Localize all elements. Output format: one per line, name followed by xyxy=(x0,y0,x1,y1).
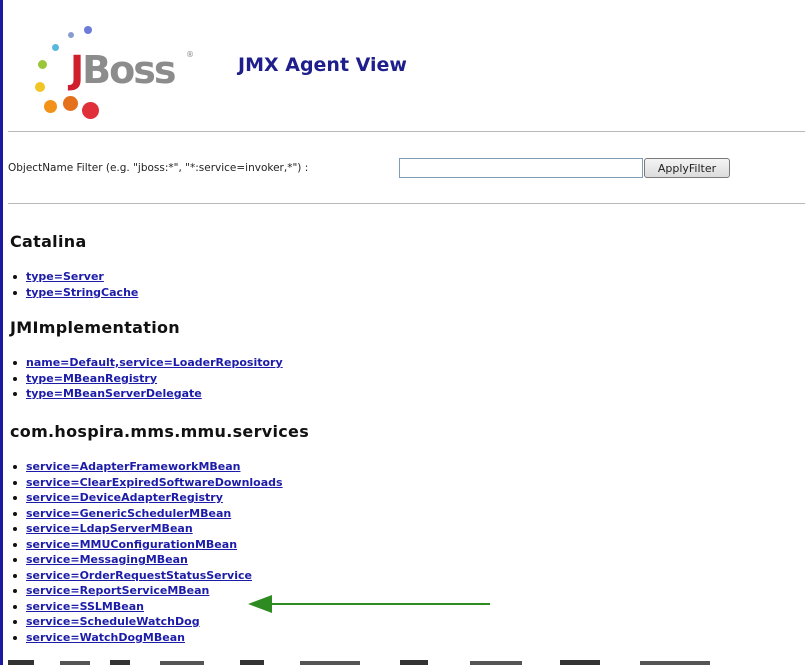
mbean-link[interactable]: service=ReportServiceMBean xyxy=(26,584,209,597)
mbean-link[interactable]: service=MMUConfigurationMBean xyxy=(26,538,237,551)
list-item: service=LdapServerMBean xyxy=(10,521,309,537)
mbean-link[interactable]: service=LdapServerMBean xyxy=(26,522,193,535)
list-item: service=DeviceAdapterRegistry xyxy=(10,490,309,506)
mbean-link[interactable]: service=SSLMBean xyxy=(26,600,144,613)
filter-form: ObjectName Filter (e.g. "jboss:*", "*:se… xyxy=(8,156,798,182)
objectname-filter-input[interactable] xyxy=(399,158,643,178)
list-item: name=Default,service=LoaderRepository xyxy=(10,355,283,371)
mbean-link[interactable]: service=DeviceAdapterRegistry xyxy=(26,491,223,504)
list-item: service=AdapterFrameworkMBean xyxy=(10,459,309,475)
mbean-list: type=Server type=StringCache xyxy=(10,269,138,300)
divider xyxy=(8,131,805,132)
apply-filter-button[interactable]: ApplyFilter xyxy=(644,158,730,178)
mbean-link[interactable]: service=ScheduleWatchDog xyxy=(26,615,200,628)
logo-wordmark: JBoss xyxy=(70,48,176,92)
page-title: JMX Agent View xyxy=(238,54,407,76)
list-item: service=OrderRequestStatusService xyxy=(10,568,309,584)
mbean-list: name=Default,service=LoaderRepository ty… xyxy=(10,355,283,402)
domain-section: Catalina type=Server type=StringCache xyxy=(10,232,138,300)
mbean-link[interactable]: type=MBeanServerDelegate xyxy=(26,387,202,400)
mbean-link[interactable]: service=AdapterFrameworkMBean xyxy=(26,460,240,473)
list-item: service=WatchDogMBean xyxy=(10,630,309,646)
mbean-link[interactable]: name=Default,service=LoaderRepository xyxy=(26,356,283,369)
filter-label: ObjectName Filter (e.g. "jboss:*", "*:se… xyxy=(8,162,309,174)
mbean-link[interactable]: type=MBeanRegistry xyxy=(26,372,157,385)
mbean-list: service=AdapterFrameworkMBean service=Cl… xyxy=(10,459,309,645)
list-item: type=Server xyxy=(10,269,138,285)
mbean-link[interactable]: service=OrderRequestStatusService xyxy=(26,569,252,582)
mbean-link[interactable]: service=WatchDogMBean xyxy=(26,631,185,644)
cropped-next-heading xyxy=(8,660,710,665)
callout-arrow xyxy=(248,595,490,613)
mbean-link[interactable]: service=GenericSchedulerMBean xyxy=(26,507,231,520)
list-item: service=GenericSchedulerMBean xyxy=(10,506,309,522)
list-item: type=MBeanRegistry xyxy=(10,371,283,387)
domain-heading: JMImplementation xyxy=(10,318,180,337)
mbean-link[interactable]: service=ClearExpiredSoftwareDownloads xyxy=(26,476,283,489)
mbean-link[interactable]: service=MessagingMBean xyxy=(26,553,188,566)
domain-section: JMImplementation name=Default,service=Lo… xyxy=(10,318,283,402)
list-item: service=MMUConfigurationMBean xyxy=(10,537,309,553)
list-item: service=ScheduleWatchDog xyxy=(10,614,309,630)
page-header: JBoss ® JMX Agent View xyxy=(30,24,790,124)
list-item: service=MessagingMBean xyxy=(10,552,309,568)
domain-heading: Catalina xyxy=(10,232,87,251)
divider xyxy=(8,203,805,204)
page-left-border xyxy=(0,0,3,665)
mbean-link[interactable]: type=StringCache xyxy=(26,286,138,299)
jboss-logo: JBoss ® xyxy=(30,24,210,124)
domain-heading: com.hospira.mms.mmu.services xyxy=(10,422,310,441)
list-item: service=ClearExpiredSoftwareDownloads xyxy=(10,475,309,491)
list-item: type=MBeanServerDelegate xyxy=(10,386,283,402)
mbean-link[interactable]: type=Server xyxy=(26,270,104,283)
list-item: type=StringCache xyxy=(10,285,138,301)
